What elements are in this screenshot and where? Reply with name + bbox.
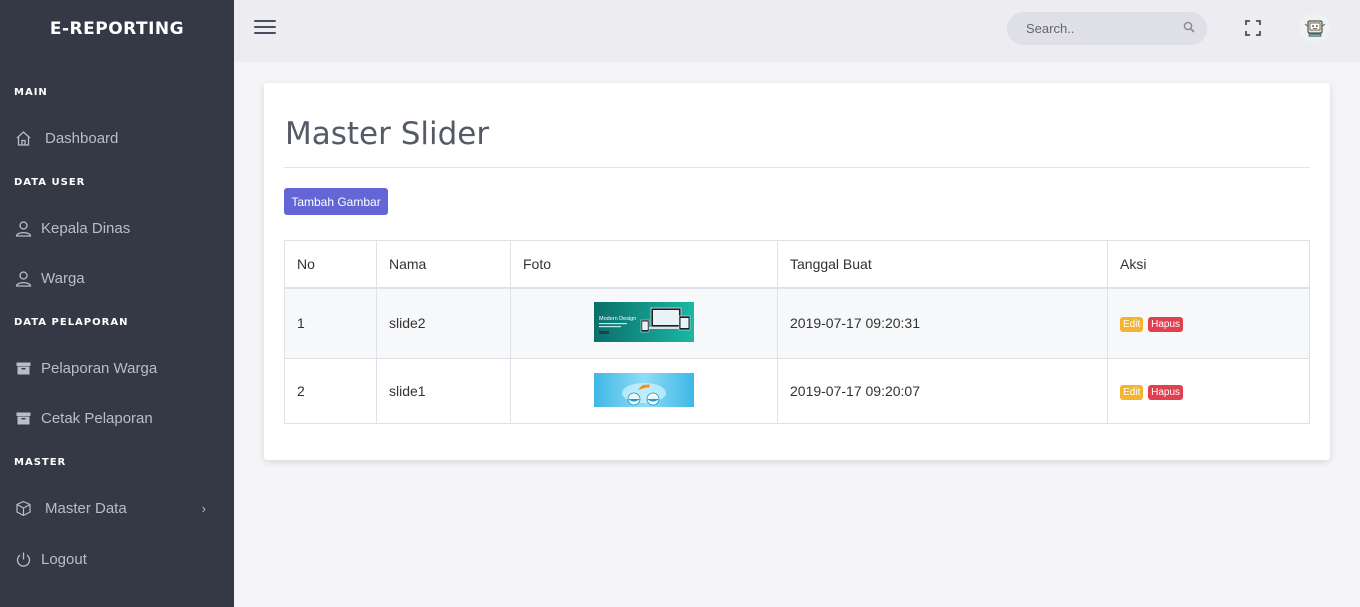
edit-button[interactable]: Edit — [1120, 317, 1144, 333]
table-row: 2 slide1 2019-07-17 09:20:07 Edit Hapus — [284, 358, 1310, 424]
column-header-nama: Nama — [376, 240, 511, 289]
delete-button[interactable]: Hapus — [1148, 317, 1184, 333]
box-icon — [14, 499, 32, 517]
archive-icon — [14, 359, 32, 377]
fullscreen-icon[interactable] — [1245, 20, 1261, 36]
archive-icon — [14, 409, 32, 427]
divider — [284, 167, 1310, 168]
sidebar-item-dashboard[interactable]: Dashboard — [0, 118, 234, 158]
edit-button[interactable]: Edit — [1120, 385, 1144, 400]
section-title-master: MASTER — [14, 457, 67, 468]
add-image-button[interactable]: Tambah Gambar — [284, 188, 388, 215]
section-title-main: MAIN — [14, 87, 48, 98]
slider-table: No Nama Foto Tanggal Buat Aksi 1 slide2 … — [284, 240, 1310, 424]
user-icon — [14, 269, 32, 287]
sidebar-item-master-data[interactable]: Master Data › — [0, 488, 234, 528]
chevron-right-icon: › — [201, 500, 206, 516]
search-icon[interactable] — [1183, 20, 1195, 38]
sidebar-item-label: Logout — [41, 550, 87, 568]
sidebar-item-pelaporan-warga[interactable]: Pelaporan Warga — [0, 348, 234, 388]
brand-logo[interactable]: E-REPORTING — [0, 0, 234, 58]
user-icon — [14, 219, 32, 237]
home-icon — [14, 129, 32, 147]
sidebar-item-label: Master Data — [45, 499, 127, 517]
sidebar-item-kepala-dinas[interactable]: Kepala Dinas — [0, 208, 234, 248]
column-header-tanggal-buat: Tanggal Buat — [777, 240, 1108, 289]
cell-tanggal-buat: 2019-07-17 09:20:07 — [777, 358, 1108, 424]
cell-aksi: Edit Hapus — [1107, 287, 1310, 359]
column-header-aksi: Aksi — [1107, 240, 1310, 289]
cell-foto: Modern Design — [510, 287, 778, 359]
section-title-data-user: DATA USER — [14, 177, 86, 188]
avatar[interactable] — [1300, 13, 1330, 43]
search-box — [1007, 12, 1207, 45]
sidebar-item-warga[interactable]: Warga — [0, 258, 234, 298]
column-header-foto: Foto — [510, 240, 778, 289]
column-header-no: No — [284, 240, 377, 289]
cell-nama: slide2 — [376, 287, 511, 359]
sidebar-item-label: Cetak Pelaporan — [41, 409, 153, 427]
sidebar-item-label: Dashboard — [45, 129, 119, 147]
topbar — [234, 0, 1360, 62]
slide-thumbnail-image: Modern Design — [594, 301, 694, 345]
delete-button[interactable]: Hapus — [1148, 385, 1184, 400]
section-title-data-pelaporan: DATA PELAPORAN — [14, 317, 129, 328]
sidebar-item-label: Pelaporan Warga — [41, 359, 158, 377]
sidebar-item-label: Warga — [41, 269, 85, 287]
cell-foto — [510, 358, 778, 424]
search-input[interactable] — [1026, 21, 1176, 36]
sidebar-item-logout[interactable]: Logout — [0, 539, 234, 579]
cell-aksi: Edit Hapus — [1107, 358, 1310, 424]
sidebar: E-REPORTING MAIN Dashboard DATA USER Kep… — [0, 0, 234, 607]
cell-nama: slide1 — [376, 358, 511, 424]
page-title: Master Slider — [285, 116, 490, 152]
cell-no: 1 — [284, 287, 377, 359]
cell-no: 2 — [284, 358, 377, 424]
sidebar-item-cetak-pelaporan[interactable]: Cetak Pelaporan — [0, 398, 234, 438]
table-header-row: No Nama Foto Tanggal Buat Aksi — [284, 240, 1310, 289]
cell-tanggal-buat: 2019-07-17 09:20:31 — [777, 287, 1108, 359]
sidebar-item-label: Kepala Dinas — [41, 219, 131, 237]
power-icon — [14, 550, 32, 568]
menu-icon[interactable] — [254, 17, 276, 37]
content-card: Master Slider Tambah Gambar No Nama Foto… — [264, 83, 1330, 460]
table-row: 1 slide2 Modern Design 2019-07-17 09:20:… — [284, 287, 1310, 359]
svg-text:Modern Design: Modern Design — [599, 316, 636, 322]
slide-thumbnail-image — [594, 372, 694, 410]
